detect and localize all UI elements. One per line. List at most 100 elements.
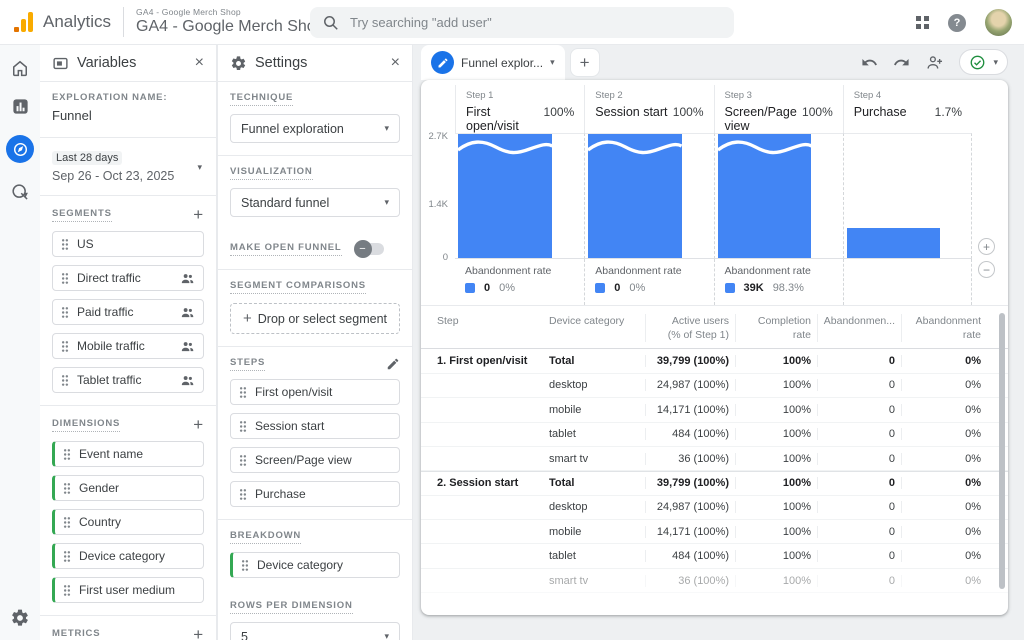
advertising-icon[interactable] [10, 182, 30, 202]
table-scrollbar[interactable] [999, 313, 1005, 589]
funnel-bar[interactable] [458, 134, 552, 258]
table-row[interactable]: smart tv 36 (100%)100% 00% [421, 447, 1008, 471]
new-tab-button[interactable]: + [570, 48, 600, 77]
people-icon [180, 305, 195, 320]
exploration-name-value[interactable]: Funnel [52, 108, 204, 123]
funnel-bar-column[interactable] [843, 133, 972, 259]
table-row[interactable]: desktop 24,987 (100%)100% 00% [421, 496, 1008, 520]
drag-handle-icon [63, 448, 71, 461]
breakdown-chip[interactable]: Device category [230, 552, 400, 578]
close-settings-icon[interactable]: × [391, 54, 400, 72]
segment-chip[interactable]: US [52, 231, 204, 257]
search-placeholder: Try searching "add user" [350, 15, 492, 30]
chevron-down-icon: ▾ [197, 162, 202, 173]
funnel-wave [588, 138, 682, 158]
step-chip[interactable]: Purchase [230, 481, 400, 507]
property-switcher[interactable]: GA4 - Google Merch Shop GA4 - Google Mer… [136, 8, 325, 36]
funnel-wave [458, 138, 552, 158]
reports-icon[interactable] [11, 97, 30, 116]
funnel-bar[interactable] [718, 134, 812, 258]
drag-handle-icon [61, 238, 69, 251]
check-circle-icon [969, 54, 986, 71]
gear-icon [230, 55, 247, 72]
drop-segment-target[interactable]: + Drop or select segment [230, 303, 400, 334]
dimension-chip[interactable]: Device category [52, 543, 204, 569]
legend-color-swatch [595, 283, 605, 293]
admin-gear-icon[interactable] [10, 608, 30, 628]
saved-status-button[interactable]: ▾ [959, 49, 1008, 75]
funnel-bar[interactable] [847, 228, 940, 258]
funnel-bar[interactable] [588, 134, 682, 258]
legend-color-swatch [725, 283, 735, 293]
segment-chip[interactable]: Mobile traffic [52, 333, 204, 359]
table-row[interactable]: tablet 484 (100%)100% 00% [421, 423, 1008, 447]
abandonment-cell: Abandonment rate 0 0% [584, 259, 713, 305]
abandonment-cell [843, 259, 972, 305]
dimension-chip[interactable]: Event name [52, 441, 204, 467]
step-chip[interactable]: Session start [230, 413, 400, 439]
drag-handle-icon [63, 584, 71, 597]
table-row[interactable]: tablet 484 (100%)100% 00% [421, 544, 1008, 568]
property-name: GA4 - Google Merch Shop [136, 18, 325, 36]
funnel-bar-column[interactable] [455, 133, 584, 259]
home-icon[interactable] [10, 58, 30, 78]
tab-funnel-exploration[interactable]: Funnel explor... ▾ [421, 45, 565, 80]
step-chip[interactable]: Screen/Page view [230, 447, 400, 473]
apps-grid-icon[interactable] [916, 16, 929, 29]
date-range-picker[interactable]: Last 28 days Sep 26 - Oct 23, 2025 ▾ [40, 138, 216, 196]
add-metric-icon[interactable]: + [193, 626, 204, 640]
funnel-bar-column[interactable] [714, 133, 843, 259]
table-row[interactable]: desktop 24,987 (100%)100% 00% [421, 374, 1008, 398]
drag-handle-icon [63, 516, 71, 529]
analytics-logo-icon [14, 12, 34, 32]
dimension-chip[interactable]: Gender [52, 475, 204, 501]
segment-chip[interactable]: Paid traffic [52, 299, 204, 325]
table-row[interactable]: mobile 14,171 (100%)100% 00% [421, 520, 1008, 544]
chevron-down-icon: ▾ [384, 123, 389, 134]
table-row[interactable]: smart tv 36 (100%)100% 00% [421, 569, 1008, 593]
funnel-wave [718, 138, 812, 158]
dimensions-label: DIMENSIONS [52, 418, 120, 432]
exploration-name-label: EXPLORATION NAME: [52, 92, 167, 103]
add-segment-icon[interactable]: + [193, 206, 204, 223]
segment-chip[interactable]: Direct traffic [52, 265, 204, 291]
table-row[interactable]: mobile 14,171 (100%)100% 00% [421, 398, 1008, 422]
exploration-canvas: Funnel explor... ▾ + ▾ Step 1 First [413, 45, 1024, 640]
zoom-in-button[interactable]: + [978, 238, 995, 255]
step-chip[interactable]: First open/visit [230, 379, 400, 405]
drag-handle-icon [239, 488, 247, 501]
y-axis: 2.7K 1.4K 0 [421, 133, 455, 259]
close-variables-icon[interactable]: × [195, 54, 204, 72]
technique-select[interactable]: Funnel exploration ▾ [230, 114, 400, 143]
funnel-table: Step Device category Active users(% of S… [421, 305, 1008, 593]
open-funnel-toggle[interactable]: − [356, 243, 384, 255]
segments-label: SEGMENTS [52, 208, 112, 222]
help-icon[interactable]: ? [948, 14, 966, 32]
table-row[interactable]: 1. First open/visitTotal 39,799 (100%)10… [421, 349, 1008, 373]
segment-chip[interactable]: Tablet traffic [52, 367, 204, 393]
avatar[interactable] [985, 9, 1012, 36]
drag-handle-icon [61, 272, 69, 285]
funnel-card: Step 1 First open/visit100% Step 2 Sessi… [421, 80, 1008, 615]
funnel-step-header: Step 1 First open/visit100% [455, 85, 584, 133]
share-user-icon[interactable] [925, 53, 944, 72]
dimension-chip[interactable]: Country [52, 509, 204, 535]
dimension-chip[interactable]: First user medium [52, 577, 204, 603]
steps-label: STEPS [230, 357, 265, 371]
rows-per-dimension-select[interactable]: 5 ▾ [230, 622, 400, 640]
zoom-out-button[interactable]: − [978, 261, 995, 278]
rows-per-dimension-label: ROWS PER DIMENSION [230, 600, 353, 614]
people-icon [180, 373, 195, 388]
explore-icon[interactable] [6, 135, 34, 163]
funnel-bar-column[interactable] [584, 133, 713, 259]
settings-panel: Settings × TECHNIQUE Funnel exploration … [218, 45, 413, 640]
edit-tab-icon [431, 51, 454, 74]
undo-icon[interactable] [861, 54, 878, 71]
drag-handle-icon [239, 454, 247, 467]
visualization-select[interactable]: Standard funnel ▾ [230, 188, 400, 217]
add-dimension-icon[interactable]: + [193, 416, 204, 433]
edit-pencil-icon[interactable] [386, 357, 400, 371]
redo-icon[interactable] [893, 54, 910, 71]
table-row[interactable]: 2. Session startTotal 39,799 (100%)100% … [421, 471, 1008, 495]
search-bar[interactable]: Try searching "add user" [310, 7, 734, 38]
